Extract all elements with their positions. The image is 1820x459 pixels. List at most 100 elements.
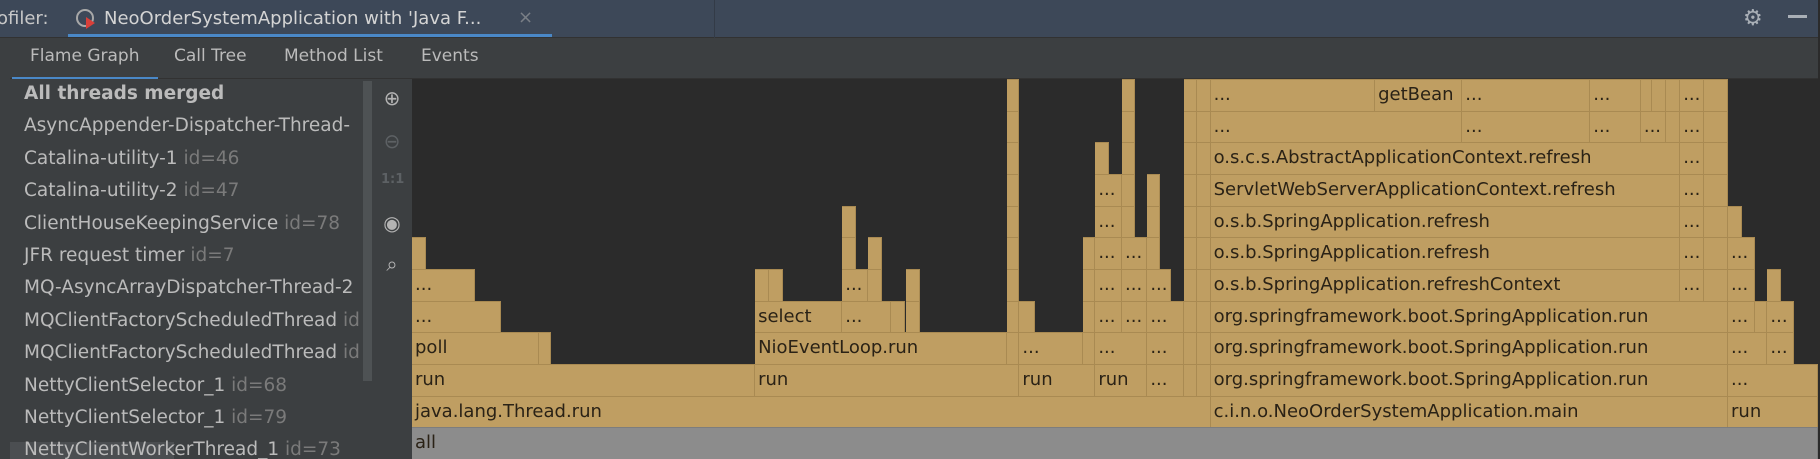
flame-frame[interactable] bbox=[1196, 142, 1211, 174]
flame-frame[interactable]: ... bbox=[1122, 300, 1148, 333]
flame-frame[interactable]: ... bbox=[1728, 268, 1755, 301]
flame-frame[interactable]: ... bbox=[412, 300, 501, 333]
flame-frame[interactable] bbox=[1704, 79, 1728, 111]
flame-frame[interactable] bbox=[1183, 110, 1197, 143]
flame-frame[interactable]: ... bbox=[1680, 110, 1705, 143]
search-icon[interactable]: ⌕ bbox=[381, 253, 403, 275]
flame-frame[interactable] bbox=[1704, 110, 1728, 143]
tab-method-list[interactable]: Method List bbox=[284, 46, 383, 66]
flame-graph[interactable]: all java.lang.Thread.run c.i.n.o.NeoOrderS… bbox=[412, 79, 1818, 459]
flame-frame[interactable]: ... bbox=[1019, 332, 1083, 364]
flame-frame[interactable] bbox=[1082, 268, 1096, 301]
tab-call-tree[interactable]: Call Tree bbox=[174, 46, 247, 66]
flame-frame[interactable]: ... bbox=[842, 268, 868, 301]
flame-frame[interactable] bbox=[1006, 110, 1020, 143]
flame-frame[interactable]: run bbox=[1095, 363, 1148, 396]
flame-frame[interactable] bbox=[1666, 79, 1681, 111]
tab-flame-graph[interactable]: Flame Graph bbox=[12, 46, 157, 81]
flame-frame[interactable] bbox=[1082, 237, 1096, 269]
flame-frame[interactable]: ... bbox=[1095, 237, 1123, 269]
flame-frame[interactable] bbox=[905, 268, 920, 301]
flame-frame[interactable]: o.s.b.SpringApplication.refreshContext bbox=[1210, 268, 1681, 301]
flame-frame[interactable] bbox=[1183, 363, 1197, 396]
flame-frame[interactable]: o.s.c.s.AbstractApplicationContext.refre… bbox=[1210, 142, 1681, 174]
flame-frame[interactable]: ... bbox=[1680, 173, 1705, 206]
flame-frame[interactable] bbox=[1196, 363, 1211, 396]
flame-frame[interactable]: poll bbox=[412, 332, 539, 364]
flame-frame[interactable] bbox=[1122, 79, 1135, 111]
flame-frame[interactable] bbox=[1196, 237, 1211, 269]
flame-frame[interactable] bbox=[1704, 142, 1728, 174]
flame-frame[interactable]: ... bbox=[1210, 110, 1463, 143]
flame-frame[interactable]: org.springframework.boot.SpringApplicati… bbox=[1210, 332, 1728, 364]
flame-frame[interactable] bbox=[1006, 205, 1020, 238]
flame-frame[interactable]: ... bbox=[1728, 332, 1768, 364]
flame-frame[interactable]: ... bbox=[1462, 79, 1591, 111]
flame-frame[interactable] bbox=[1082, 300, 1096, 333]
flame-frame[interactable] bbox=[412, 237, 427, 269]
flame-frame[interactable] bbox=[1196, 173, 1211, 206]
flame-frame[interactable] bbox=[1196, 110, 1211, 143]
flame-frame[interactable] bbox=[1704, 268, 1728, 301]
gear-icon[interactable]: ⚙ bbox=[1743, 6, 1763, 31]
flame-frame[interactable]: run bbox=[1728, 395, 1818, 428]
flame-frame[interactable]: ... bbox=[1210, 79, 1376, 111]
flame-frame[interactable] bbox=[905, 300, 920, 333]
flame-frame[interactable] bbox=[1704, 173, 1728, 206]
flame-frame[interactable]: ... bbox=[1095, 173, 1123, 206]
flame-frame[interactable] bbox=[1183, 79, 1197, 111]
flame-frame[interactable] bbox=[1183, 332, 1197, 364]
flame-frame[interactable]: ... bbox=[1122, 268, 1148, 301]
zoom-in-icon[interactable]: ⊕ bbox=[381, 87, 403, 109]
flame-frame[interactable]: ... bbox=[842, 300, 892, 333]
eye-icon[interactable]: ◉ bbox=[381, 212, 403, 234]
flame-frame[interactable]: ... bbox=[1767, 332, 1795, 364]
flame-frame[interactable]: ... bbox=[1680, 142, 1705, 174]
thread-item[interactable]: NettyClientSelector_1 id=68 bbox=[24, 375, 287, 396]
minimize-icon[interactable] bbox=[1788, 15, 1807, 18]
flame-frame[interactable] bbox=[891, 300, 906, 333]
flame-frame[interactable]: ... bbox=[1095, 205, 1123, 238]
zoom-out-icon[interactable]: ⊖ bbox=[381, 130, 403, 152]
close-icon[interactable]: × bbox=[518, 7, 533, 28]
flame-frame[interactable] bbox=[1640, 79, 1653, 111]
flame-frame[interactable] bbox=[1147, 237, 1160, 269]
flame-frame[interactable]: ... bbox=[1590, 110, 1641, 143]
flame-frame[interactable]: ... bbox=[1095, 332, 1148, 364]
flame-frame[interactable] bbox=[1754, 300, 1768, 333]
flame-frame[interactable]: getBean bbox=[1375, 79, 1463, 111]
flame-frame[interactable]: ... bbox=[1147, 268, 1172, 301]
flame-frame[interactable]: ... bbox=[1640, 110, 1667, 143]
flame-frame[interactable] bbox=[867, 237, 882, 269]
flame-frame[interactable]: run bbox=[412, 363, 756, 396]
flame-frame[interactable]: ... bbox=[1680, 268, 1705, 301]
flame-frame[interactable] bbox=[1019, 300, 1035, 333]
flame-frame[interactable] bbox=[1767, 268, 1782, 301]
flame-frame[interactable]: ServletWebServerApplicationContext.refre… bbox=[1210, 173, 1681, 206]
flame-frame[interactable] bbox=[1006, 142, 1020, 174]
thread-item[interactable]: MQ-AsyncArrayDispatcher-Thread-2 bbox=[24, 277, 353, 298]
flame-root-frame[interactable]: all bbox=[412, 427, 1818, 459]
flame-frame[interactable]: ... bbox=[1147, 332, 1184, 364]
flame-frame[interactable] bbox=[1006, 332, 1020, 364]
flame-frame[interactable]: run bbox=[755, 363, 1020, 396]
thread-item[interactable]: NettyClientSelector_1 id=79 bbox=[24, 407, 287, 428]
flame-frame[interactable]: o.s.b.SpringApplication.refresh bbox=[1210, 237, 1681, 269]
flame-frame[interactable] bbox=[1196, 79, 1211, 111]
flame-frame[interactable] bbox=[1122, 110, 1135, 143]
thread-item[interactable]: MQClientFactoryScheduledThread id bbox=[24, 342, 360, 363]
flame-frame[interactable] bbox=[1082, 332, 1096, 364]
flame-frame[interactable]: ... bbox=[1728, 237, 1755, 269]
flame-frame[interactable] bbox=[1196, 300, 1211, 333]
flame-frame[interactable]: ... bbox=[1680, 205, 1705, 238]
thread-list-scrollbar[interactable] bbox=[363, 81, 372, 381]
flame-frame[interactable]: ... bbox=[1680, 79, 1705, 111]
flame-frame[interactable]: run bbox=[1019, 363, 1096, 396]
thread-item[interactable]: Catalina-utility-2 id=47 bbox=[24, 180, 239, 201]
flame-frame[interactable] bbox=[1122, 142, 1135, 174]
flame-frame[interactable] bbox=[1704, 205, 1728, 238]
flame-frame[interactable]: ... bbox=[1728, 363, 1818, 396]
flame-frame[interactable] bbox=[1006, 300, 1020, 333]
flame-frame[interactable]: o.s.b.SpringApplication.refresh bbox=[1210, 205, 1681, 238]
flame-frame[interactable] bbox=[1196, 332, 1211, 364]
